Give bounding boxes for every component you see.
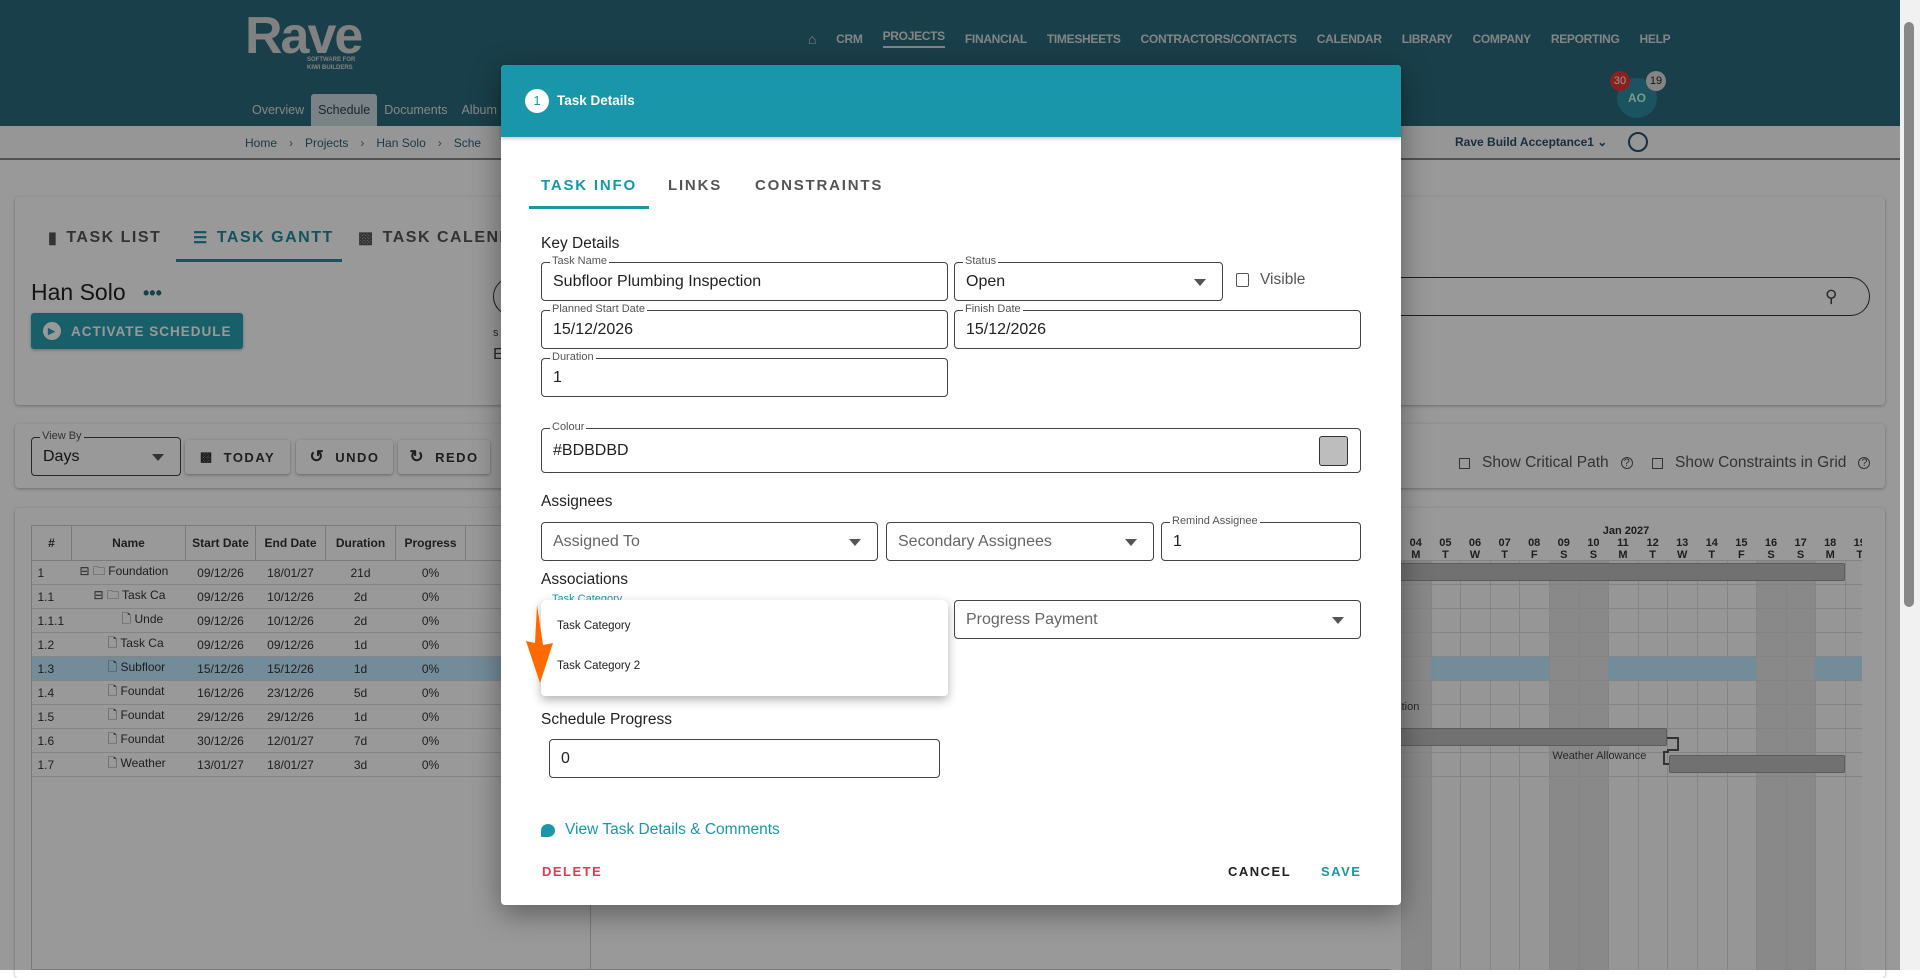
delete-button[interactable]: DELETE	[542, 864, 602, 879]
field-value: #BDBDBD	[553, 441, 629, 459]
checkbox[interactable]	[1236, 273, 1249, 287]
field-placeholder: Assigned To	[553, 532, 640, 550]
field-placeholder: Secondary Assignees	[898, 532, 1052, 550]
orange-arrow-icon	[526, 605, 553, 683]
planned-start-date-input[interactable]: Planned Start Date 15/12/2026	[541, 303, 948, 349]
menu-item-task-category-2[interactable]: Task Category 2	[557, 660, 640, 672]
checkbox-label: Visible	[1260, 271, 1306, 288]
field-value: Subfloor Plumbing Inspection	[553, 272, 762, 290]
progress-payment-select[interactable]: Progress Payment	[954, 600, 1361, 639]
comment-icon	[541, 823, 555, 837]
menu-item-task-category[interactable]: Task Category	[557, 620, 631, 632]
dialog-title: Task Details	[557, 93, 635, 108]
schedule-progress-input[interactable]: 0	[549, 739, 940, 778]
associations-heading: Associations	[541, 571, 629, 588]
colour-input[interactable]: Colour #BDBDBD	[541, 421, 1361, 473]
field-label: Duration	[550, 351, 596, 363]
secondary-assignees-select[interactable]: Secondary Assignees	[886, 522, 1154, 561]
field-placeholder: Progress Payment	[966, 610, 1098, 628]
dropdown-arrow-icon	[1125, 539, 1137, 546]
view-task-details-link[interactable]: View Task Details & Comments	[541, 821, 780, 839]
dropdown-arrow-icon	[1194, 279, 1206, 286]
scrollbar-thumb[interactable]	[1904, 22, 1914, 607]
active-tab-indicator	[529, 206, 649, 209]
field-label: Remind Assignee	[1170, 515, 1260, 527]
field-label: Colour	[550, 421, 587, 433]
status-select[interactable]: Status Open	[954, 255, 1223, 301]
schedule-progress-heading: Schedule Progress	[541, 711, 672, 728]
visible-toggle[interactable]: Visible	[1236, 271, 1305, 289]
cancel-button[interactable]: CANCEL	[1228, 864, 1291, 879]
dialog-header: 1 Task Details	[501, 65, 1401, 137]
field-label: Status	[963, 255, 999, 267]
remind-assignee-input[interactable]: Remind Assignee 1	[1161, 515, 1361, 561]
key-details-heading: Key Details	[541, 235, 620, 252]
field-value: Open	[966, 272, 1006, 290]
task-name-input[interactable]: Task Name Subfloor Plumbing Inspection	[541, 255, 948, 301]
tab-task-info[interactable]: TASK INFO	[541, 177, 637, 194]
field-value: 1	[1173, 532, 1182, 550]
field-value: 1	[553, 368, 562, 386]
tab-constraints[interactable]: CONSTRAINTS	[755, 177, 883, 194]
tab-links[interactable]: LINKS	[668, 177, 722, 194]
dropdown-arrow-icon	[1332, 617, 1344, 624]
colour-swatch[interactable]	[1319, 436, 1348, 466]
save-button[interactable]: SAVE	[1321, 864, 1361, 879]
field-label: Finish Date	[963, 303, 1023, 315]
finish-date-input[interactable]: Finish Date 15/12/2026	[954, 303, 1361, 349]
assignees-heading: Assignees	[541, 493, 613, 510]
field-value: 0	[561, 749, 570, 767]
duration-input[interactable]: Duration 1	[541, 351, 948, 397]
field-value: 15/12/2026	[966, 320, 1047, 338]
field-label: Task Name	[550, 255, 610, 267]
link-label: View Task Details & Comments	[565, 821, 780, 838]
assigned-to-select[interactable]: Assigned To	[541, 522, 878, 561]
field-value: 15/12/2026	[553, 320, 634, 338]
dropdown-arrow-icon	[849, 539, 861, 546]
task-category-menu: Task Category Task Category 2	[541, 600, 948, 696]
task-details-dialog: 1 Task Details TASK INFO LINKS CONSTRAIN…	[501, 65, 1401, 905]
step-number: 1	[525, 89, 549, 113]
field-label: Planned Start Date	[550, 303, 647, 315]
